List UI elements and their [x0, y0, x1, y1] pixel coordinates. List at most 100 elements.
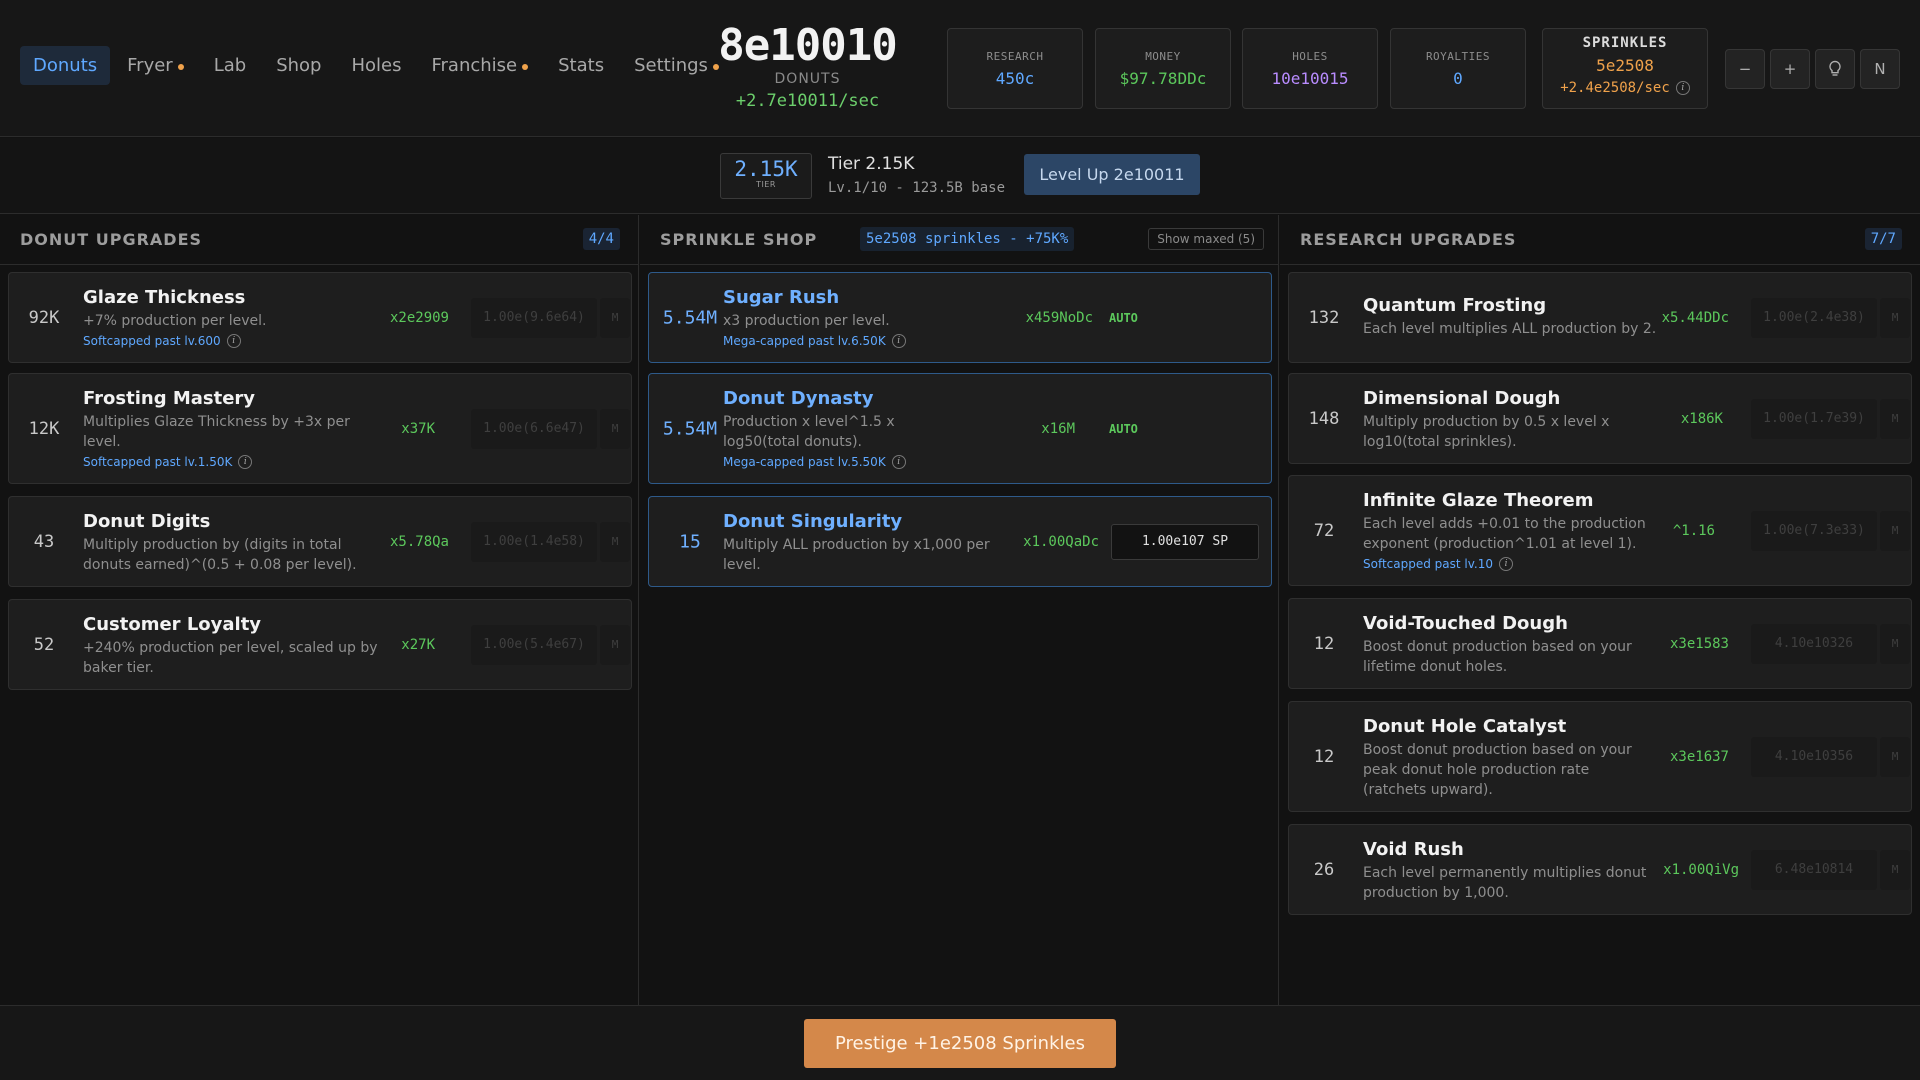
stat-label: HOLES — [1292, 50, 1328, 63]
max-button[interactable]: M — [1880, 398, 1910, 439]
upgrade-name: Sugar Rush — [723, 287, 840, 308]
stat-label: ROYALTIES — [1425, 50, 1491, 63]
top-bar: Donuts Fryer Lab Shop Holes Franchise St… — [0, 0, 1920, 137]
show-maxed-button[interactable]: Show maxed (5) — [1148, 228, 1264, 250]
stat-label: MONEY — [1145, 50, 1181, 63]
upgrade-card-glaze-thickness[interactable]: 92K Glaze Thickness +7% production per l… — [8, 272, 632, 363]
nav-tab-label: Settings — [634, 55, 708, 76]
research-card-donut-hole-catalyst[interactable]: 12 Donut Hole Catalyst Boost donut produ… — [1288, 701, 1912, 812]
upgrade-description: Multiply ALL production by x1,000 per le… — [723, 537, 990, 573]
upgrade-description: Boost donut production based on your pea… — [1363, 742, 1632, 798]
upgrade-level: 12 — [1313, 633, 1335, 654]
buy-button[interactable]: 1.00e(6.6e47) — [471, 408, 597, 449]
nav-tab-label: Fryer — [127, 55, 173, 76]
buy-sprinkle-button[interactable]: 1.00e107 SP — [1111, 523, 1259, 560]
auto-badge: AUTO — [1109, 310, 1138, 325]
prestige-button[interactable]: Prestige +1e2508 Sprinkles — [804, 1019, 1116, 1068]
upgrade-cap-note: Softcapped past lv.10 i — [1363, 557, 1663, 571]
upgrade-description: Each level multiplies ALL production by … — [1363, 321, 1657, 337]
research-card-void-rush[interactable]: 26 Void Rush Each level permanently mult… — [1288, 824, 1912, 915]
buy-button[interactable]: 1.00e(2.4e38) — [1751, 297, 1877, 338]
nav-tab-fryer[interactable]: Fryer — [114, 46, 197, 85]
nav-tab-holes[interactable]: Holes — [338, 46, 414, 85]
upgrade-name: Donut Hole Catalyst — [1363, 716, 1567, 737]
research-card-quantum-frosting[interactable]: 132 Quantum Frosting Each level multipli… — [1288, 272, 1912, 363]
upgrade-level: 12K — [28, 418, 60, 439]
research-card-infinite-glaze-theorem[interactable]: 72 Infinite Glaze Theorem Each level add… — [1288, 475, 1912, 586]
max-button[interactable]: M — [1880, 297, 1910, 338]
max-button[interactable]: M — [1880, 510, 1910, 551]
research-stat: RESEARCH 450c — [947, 28, 1083, 109]
info-icon[interactable]: i — [1675, 81, 1690, 95]
upgrade-multiplier: x1.00QiVg — [1663, 861, 1739, 878]
upgrade-multiplier: x459NoDc — [1025, 309, 1093, 326]
stat-value: 10e10015 — [1271, 69, 1349, 88]
sprinkle-info: 5e2508 sprinkles - +75K% — [860, 227, 1075, 251]
upgrade-multiplier: x2e2909 — [389, 309, 449, 326]
upgrade-level: 43 — [33, 531, 55, 552]
panel-header: DONUT UPGRADES 4/4 — [0, 215, 638, 265]
shop-card-donut-dynasty[interactable]: 5.54M Donut Dynasty Production x level^1… — [648, 373, 1272, 484]
nav-tab-stats[interactable]: Stats — [545, 46, 617, 85]
info-icon[interactable]: i — [238, 455, 253, 469]
info-icon[interactable]: i — [1499, 557, 1514, 571]
shop-card-donut-singularity[interactable]: 15 Donut Singularity Multiply ALL produc… — [648, 496, 1272, 587]
max-button[interactable]: M — [600, 624, 630, 665]
buy-button[interactable]: 1.00e(7.3e33) — [1751, 510, 1877, 551]
sprinkles-stat: SPRINKLES 5e2508 +2.4e2508/sec i — [1542, 28, 1708, 109]
upgrade-card-customer-loyalty[interactable]: 52 Customer Loyalty +240% production per… — [8, 599, 632, 690]
upgrade-description: Production x level^1.5 x log50(total don… — [723, 414, 895, 450]
research-card-dimensional-dough[interactable]: 148 Dimensional Dough Multiply productio… — [1288, 373, 1912, 464]
sprinkles-rate: +2.4e2508/sec — [1560, 80, 1670, 96]
tier-info: Tier 2.15K Lv.1/10 - 123.5B base — [828, 154, 1005, 196]
buy-button[interactable]: 4.10e10326 — [1751, 623, 1877, 664]
buy-button[interactable]: 1.00e(5.4e67) — [471, 624, 597, 665]
nav-tab-lab[interactable]: Lab — [201, 46, 259, 85]
nav-tab-franchise[interactable]: Franchise — [418, 46, 541, 85]
notation-button[interactable]: N — [1860, 49, 1900, 89]
max-button[interactable]: M — [600, 297, 630, 338]
increase-button[interactable]: + — [1770, 49, 1810, 89]
nav-tab-donuts[interactable]: Donuts — [20, 46, 111, 85]
max-button[interactable]: M — [600, 408, 630, 449]
shop-card-sugar-rush[interactable]: 5.54M Sugar Rush x3 production per level… — [648, 272, 1272, 363]
nav-tab-shop[interactable]: Shop — [263, 46, 334, 85]
upgrade-name: Donut Dynasty — [723, 388, 874, 409]
upgrade-name: Void Rush — [1363, 839, 1464, 860]
info-icon[interactable]: i — [891, 455, 906, 469]
research-card-void-touched-dough[interactable]: 12 Void-Touched Dough Boost donut produc… — [1288, 598, 1912, 689]
money-stat: MONEY $97.78DDc — [1095, 28, 1231, 109]
max-button[interactable]: M — [1880, 736, 1910, 777]
buy-button[interactable]: 1.00e(1.7e39) — [1751, 398, 1877, 439]
buy-button[interactable]: 6.48e10814 — [1751, 849, 1877, 890]
cap-text: Mega-capped past lv.5.50K — [723, 455, 886, 469]
tier-subtitle: Lv.1/10 - 123.5B base — [828, 180, 1006, 196]
info-icon[interactable]: i — [891, 334, 906, 348]
upgrade-description: Multiplies Glaze Thickness by +3x per le… — [83, 414, 350, 450]
max-button[interactable]: M — [600, 521, 630, 562]
upgrade-cap-note: Softcapped past lv.600 i — [83, 334, 373, 348]
max-button[interactable]: M — [1880, 623, 1910, 664]
cap-text: Softcapped past lv.10 — [1363, 557, 1494, 571]
decrease-button[interactable]: − — [1725, 49, 1765, 89]
upgrade-name: Void-Touched Dough — [1363, 613, 1568, 634]
stat-value: 450c — [995, 69, 1035, 88]
buy-button[interactable]: 4.10e10356 — [1751, 736, 1877, 777]
max-button[interactable]: M — [1880, 849, 1910, 890]
upgrade-level: 132 — [1308, 307, 1340, 328]
notification-dot — [177, 64, 184, 70]
level-up-button[interactable]: Level Up 2e10011 — [1024, 154, 1200, 195]
buy-button[interactable]: 1.00e(1.4e58) — [471, 521, 597, 562]
upgrade-card-frosting-mastery[interactable]: 12K Frosting Mastery Multiplies Glaze Th… — [8, 373, 632, 484]
upgrade-multiplier: x27K — [401, 636, 435, 653]
lightbulb-button[interactable] — [1815, 49, 1855, 89]
buy-button[interactable]: 1.00e(9.6e64) — [471, 297, 597, 338]
nav-tab-label: Holes — [351, 55, 402, 76]
info-icon[interactable]: i — [226, 334, 241, 348]
panel-count: 7/7 — [1864, 228, 1902, 250]
upgrade-card-donut-digits[interactable]: 43 Donut Digits Multiply production by (… — [8, 496, 632, 587]
nav-tab-label: Donuts — [33, 55, 98, 76]
upgrade-level: 12 — [1313, 746, 1335, 767]
cap-text: Mega-capped past lv.6.50K — [723, 334, 886, 348]
stat-value: 5e2508 — [1596, 56, 1654, 75]
